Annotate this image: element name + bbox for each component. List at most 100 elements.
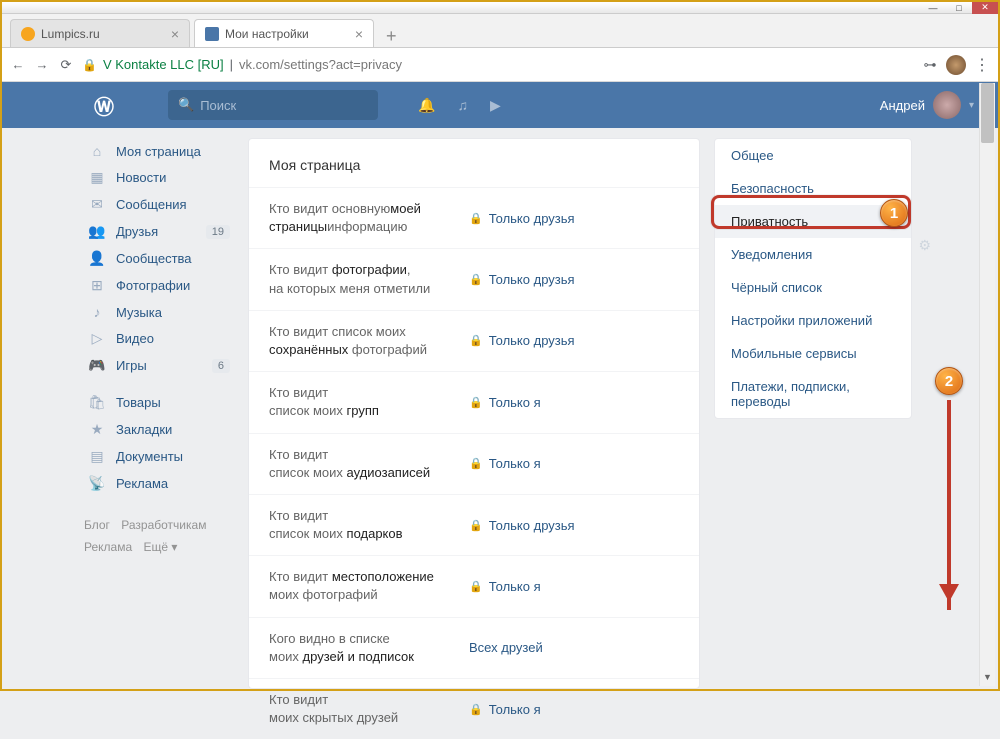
row-value[interactable]: 🔒 Только я	[469, 395, 541, 410]
nav-icon: ▦	[88, 169, 106, 186]
row-value[interactable]: 🔒Только друзья	[469, 518, 575, 533]
key-icon[interactable]: ⊶	[922, 57, 938, 73]
bell-icon[interactable]: 🔔	[418, 97, 435, 114]
sidebar-item-3[interactable]: 👥Друзья19	[84, 218, 234, 245]
nav-back-icon[interactable]: ←	[10, 57, 26, 72]
row-label: Кто видитмоих скрытых друзей	[269, 691, 469, 727]
nav-label: Новости	[116, 170, 166, 185]
footer-links: Блог Разработчикам Реклама Ещё ▾	[84, 515, 234, 558]
tab-close-icon[interactable]: ×	[355, 26, 363, 42]
footer-blog[interactable]: Блог	[84, 518, 110, 532]
window-maximize[interactable]: □	[946, 2, 972, 14]
nav-label: Документы	[116, 449, 183, 464]
footer-dev[interactable]: Разработчикам	[121, 518, 206, 532]
tab-title: Мои настройки	[225, 27, 309, 41]
nav-icon: ⊞	[88, 277, 106, 294]
lock-icon: 🔒	[469, 457, 483, 470]
row-value[interactable]: 🔒Только друзья	[469, 272, 575, 287]
row-value[interactable]: 🔒Только друзья	[469, 211, 575, 226]
user-menu[interactable]: Андрей ▾	[880, 91, 974, 119]
window-minimize[interactable]: —	[920, 2, 946, 14]
nav-label: Музыка	[116, 305, 162, 320]
gear-icon[interactable]: ⚙	[918, 237, 931, 254]
new-tab-button[interactable]: +	[378, 26, 405, 47]
scroll-down-icon[interactable]: ▼	[980, 672, 995, 686]
row-value-text: Только я	[489, 456, 541, 471]
vertical-scrollbar[interactable]: ▲ ▼	[979, 83, 995, 686]
tab-vk-settings[interactable]: Мои настройки ×	[194, 19, 374, 47]
row-value[interactable]: 🔒Только я	[469, 702, 541, 717]
row-value[interactable]: Всех друзей	[469, 640, 543, 655]
nav-badge: 19	[206, 225, 230, 239]
nav-label: Товары	[116, 395, 161, 410]
window-close[interactable]: ✕	[972, 2, 998, 14]
nav-icon: ▤	[88, 448, 106, 465]
sidebar-item-7[interactable]: ▷Видео	[84, 325, 234, 352]
settings-tab-4[interactable]: Чёрный список	[715, 271, 911, 304]
sidebar-item-4[interactable]: 👤Сообщества	[84, 245, 234, 272]
nav-icon: ✉	[88, 196, 106, 213]
nav-icon: 👥	[88, 223, 106, 240]
browser-tabbar: Lumpics.ru × Мои настройки × +	[2, 14, 998, 48]
nav-icon: ⌂	[88, 143, 106, 159]
lock-icon: 🔒	[469, 519, 483, 532]
nav-reload-icon[interactable]: ⟳	[58, 57, 74, 73]
row-label: Кого видно в спискемоих друзей и подписо…	[269, 630, 469, 666]
music-icon[interactable]: ♫	[457, 97, 468, 114]
sidebar-item-0[interactable]: ⌂ Моя страница	[84, 138, 234, 164]
favicon-vk	[205, 27, 219, 41]
settings-tabs: ОбщееБезопасностьПриватностьУведомленияЧ…	[714, 138, 912, 419]
tab-lumpics[interactable]: Lumpics.ru ×	[10, 19, 190, 47]
settings-tab-3[interactable]: Уведомления	[715, 238, 911, 271]
tab-title: Lumpics.ru	[41, 27, 100, 41]
lock-icon: 🔒	[469, 396, 483, 409]
url-text: vk.com/settings?act=privacy	[239, 57, 402, 72]
nav-icon: 🎮	[88, 357, 106, 374]
settings-tab-5[interactable]: Настройки приложений	[715, 304, 911, 337]
nav-label: Закладки	[116, 422, 172, 437]
row-value[interactable]: 🔒Только я	[469, 579, 541, 594]
nav-badge: 6	[212, 359, 230, 373]
row-value[interactable]: 🔒 Только я	[469, 456, 541, 471]
nav-icon: 📡	[88, 475, 106, 492]
browser-menu-icon[interactable]: ⋮	[974, 55, 990, 75]
nav-label: Фотографии	[116, 278, 190, 293]
sidebar-item-1[interactable]: ▦ Новости	[84, 164, 234, 191]
tab-close-icon[interactable]: ×	[171, 26, 179, 42]
sidebar-item-2[interactable]: ✉Сообщения	[84, 191, 234, 218]
play-icon[interactable]: ▶	[490, 97, 501, 114]
lock-icon: 🔒	[469, 580, 483, 593]
row-value-text: Только я	[489, 395, 541, 410]
settings-tab-6[interactable]: Мобильные сервисы	[715, 337, 911, 370]
avatar	[933, 91, 961, 119]
profile-avatar[interactable]	[946, 55, 966, 75]
search-input[interactable]: 🔍 Поиск	[168, 90, 378, 120]
settings-tab-0[interactable]: Общее	[715, 139, 911, 172]
address-bar[interactable]: 🔒 V Kontakte LLC [RU] | vk.com/settings?…	[82, 57, 914, 72]
scroll-thumb[interactable]	[981, 83, 994, 143]
row-value[interactable]: 🔒Только друзья	[469, 333, 575, 348]
privacy-row-7: Кого видно в спискемоих друзей и подписо…	[249, 617, 699, 678]
nav-forward-icon[interactable]: →	[34, 57, 50, 72]
nav-label: Реклама	[116, 476, 168, 491]
sidebar-item-5[interactable]: ⊞ Фотографии	[84, 272, 234, 299]
sidebar-item2-3[interactable]: 📡 Реклама	[84, 470, 234, 497]
left-nav: ⌂ Моя страница ▦ Новости ✉Сообщения👥Друзья19…	[84, 138, 234, 689]
row-label: Кто видит список моихсохранённых фотогра…	[269, 323, 469, 359]
settings-tab-1[interactable]: Безопасность	[715, 172, 911, 205]
sidebar-item-8[interactable]: 🎮Игры6	[84, 352, 234, 379]
page-title: Моя страница	[249, 139, 699, 187]
row-value-text: Только я	[489, 702, 541, 717]
page-body: ⌂ Моя страница ▦ Новости ✉Сообщения👥Друзья19…	[2, 128, 998, 689]
sidebar-item2-1[interactable]: ★Закладки	[84, 416, 234, 443]
footer-ads[interactable]: Реклама	[84, 540, 132, 554]
vk-logo[interactable]: Ⓦ	[94, 91, 144, 120]
footer-more[interactable]: Ещё ▾	[143, 540, 177, 554]
sidebar-item2-0[interactable]: 🛍Товары	[84, 389, 234, 416]
sidebar-item-6[interactable]: ♪Музыка	[84, 299, 234, 325]
nav-icon: ▷	[88, 330, 106, 347]
sidebar-item2-2[interactable]: ▤ Документы	[84, 443, 234, 470]
nav-label: Моя страница	[116, 144, 201, 159]
row-label: Кто видитсписок моих подарков	[269, 507, 469, 543]
settings-tab-7[interactable]: Платежи, подписки, переводы	[715, 370, 911, 418]
